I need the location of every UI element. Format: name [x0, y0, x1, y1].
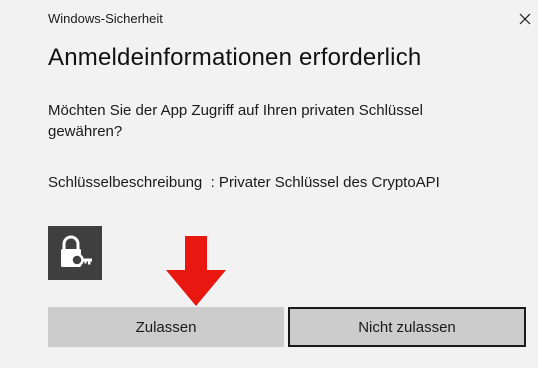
- red-arrow-down-icon: [166, 236, 226, 306]
- dialog-heading: Anmeldeinformationen erforderlich: [48, 44, 422, 71]
- deny-button[interactable]: Nicht zulassen: [288, 307, 526, 347]
- close-button[interactable]: [512, 6, 538, 32]
- key-description: Schlüsselbeschreibung : Privater Schlüss…: [48, 174, 440, 191]
- security-dialog: Windows-Sicherheit Anmeldeinformationen …: [0, 0, 538, 368]
- access-question: Möchten Sie der App Zugriff auf Ihren pr…: [48, 102, 423, 140]
- window-title: Windows-Sicherheit: [48, 11, 163, 26]
- title-bar: Windows-Sicherheit: [0, 0, 538, 38]
- allow-button[interactable]: Zulassen: [48, 307, 284, 347]
- close-icon: [519, 13, 531, 25]
- lock-key-icon: [48, 226, 102, 280]
